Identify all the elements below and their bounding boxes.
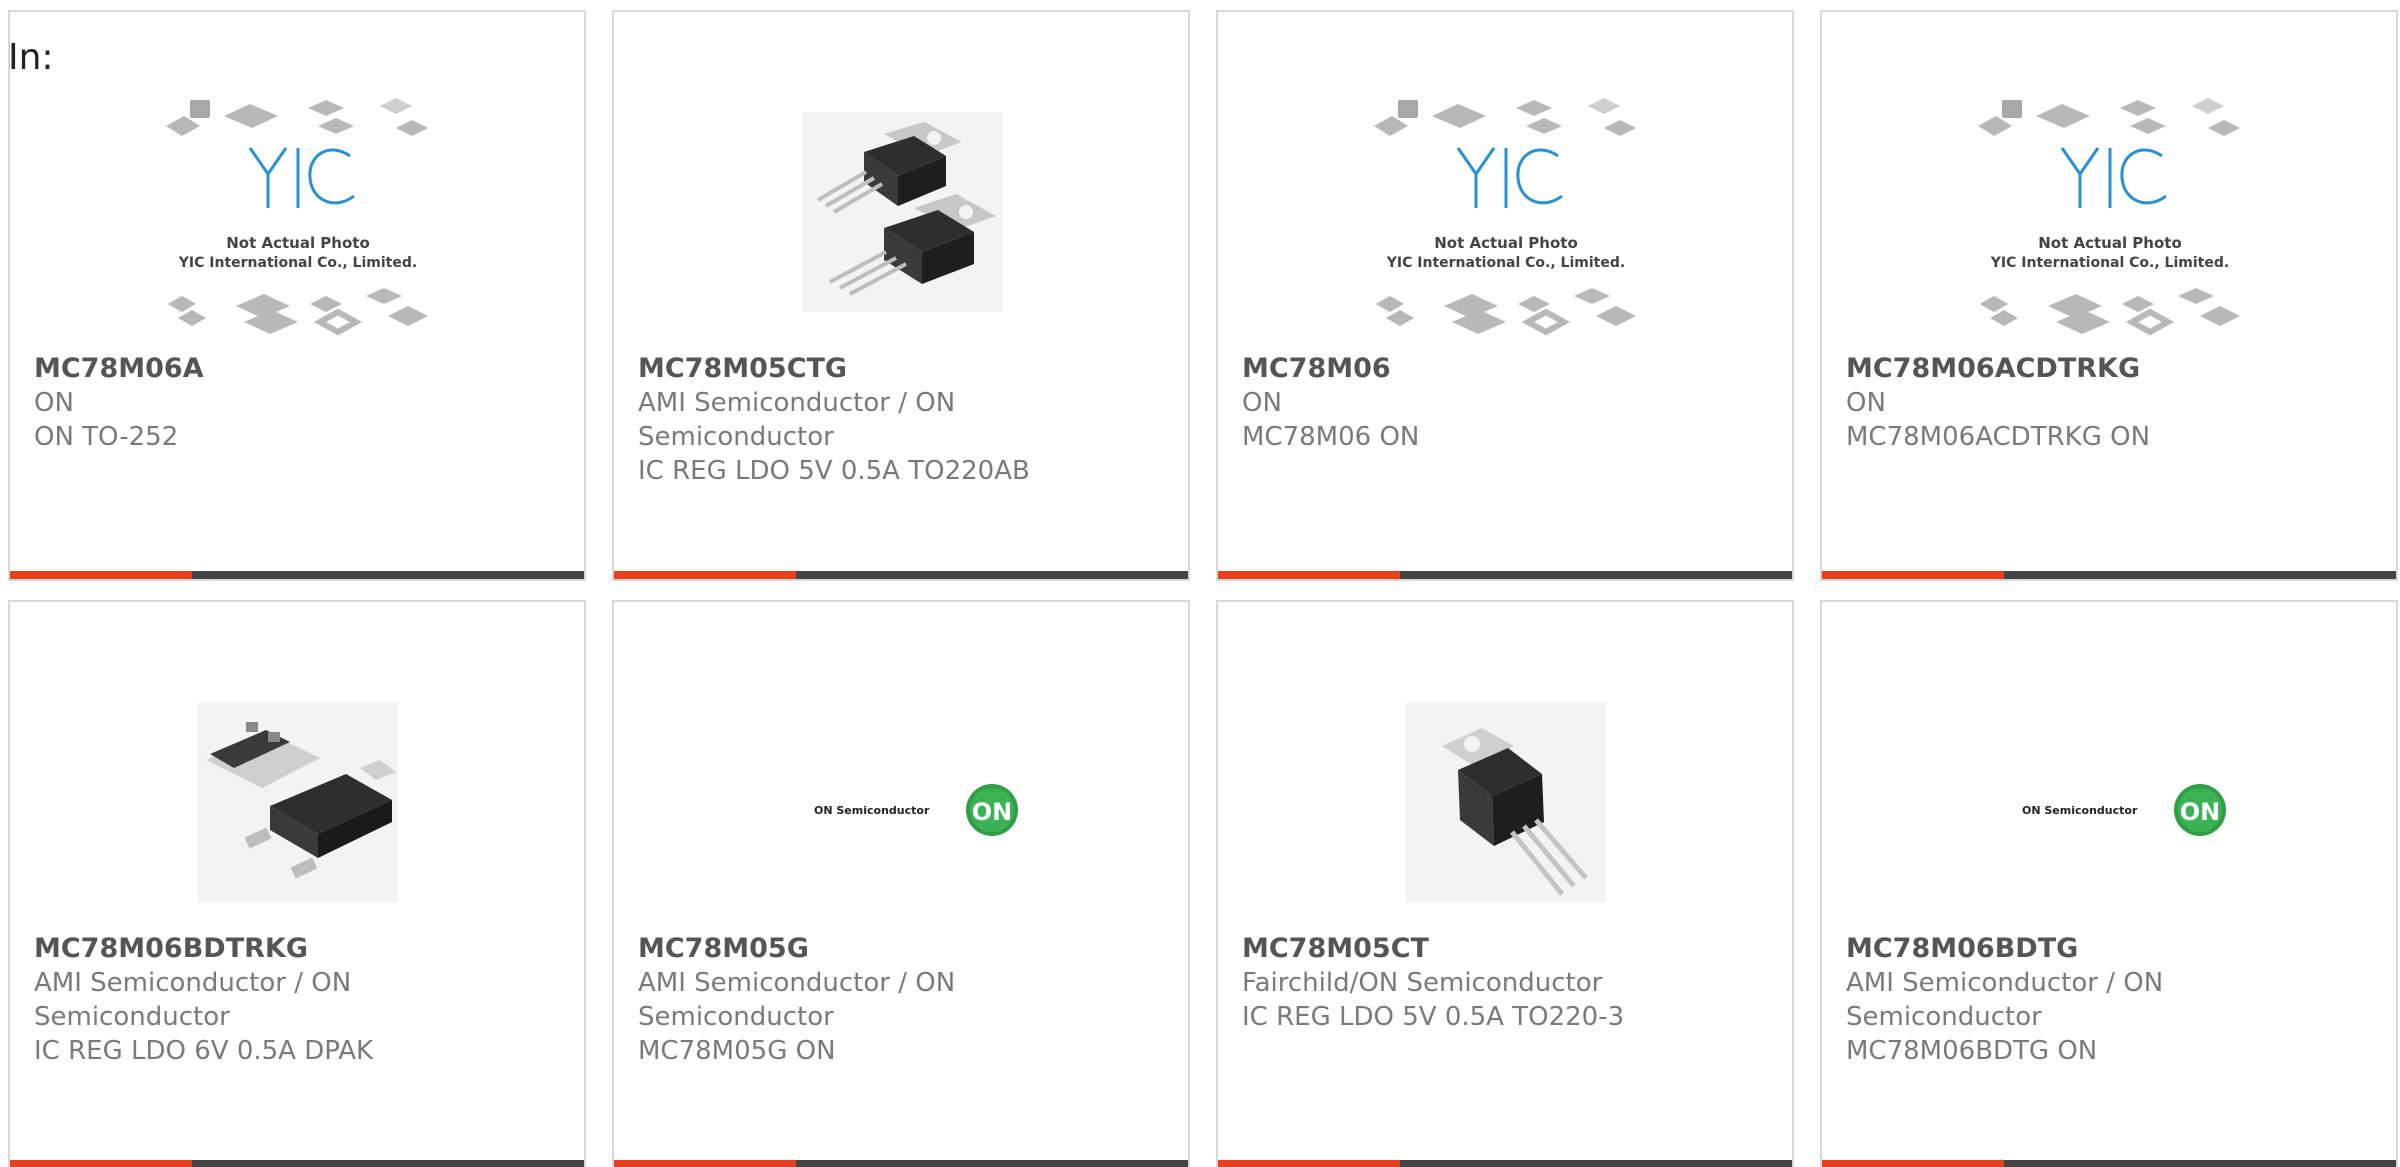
svg-text:Not Actual Photo: Not Actual Photo xyxy=(1434,234,1578,252)
manufacturer: ON xyxy=(1242,388,1282,418)
svg-text:YIC International Co., Limited: YIC International Co., Limited. xyxy=(1990,255,2229,271)
product-card[interactable]: Not Actual Photo YIC International Co., … xyxy=(8,10,586,581)
part-number[interactable]: MC78M06BDTRKG xyxy=(34,932,554,966)
svg-text:YIC International Co., Limited: YIC International Co., Limited. xyxy=(1386,255,1625,271)
description: IC REG LDO 5V 0.5A TO220-3 xyxy=(1242,1002,1625,1032)
svg-text:Not Actual Photo: Not Actual Photo xyxy=(2038,234,2182,252)
manufacturer: Fairchild/ON Semiconductor xyxy=(1242,968,1603,998)
part-number[interactable]: MC78M06ACDTRKG xyxy=(1846,352,2366,386)
yic-placeholder-icon: Not Actual Photo YIC International Co., … xyxy=(1978,98,2240,336)
product-card[interactable]: Not Actual Photo YIC International Co., … xyxy=(1820,10,2398,581)
description: MC78M05G ON xyxy=(638,1036,836,1066)
card-bottom-bar xyxy=(1822,571,2396,579)
manufacturer: ON xyxy=(1846,388,1886,418)
accent-bar xyxy=(1218,571,1400,579)
svg-text:ON Semiconductor: ON Semiconductor xyxy=(814,804,930,817)
accent-bar xyxy=(10,1160,192,1167)
dpak-package-icon xyxy=(198,702,398,902)
svg-text:Not Actual Photo: Not Actual Photo xyxy=(226,234,370,252)
description: IC REG LDO 5V 0.5A TO220AB xyxy=(638,456,1030,486)
manufacturer: AMI Semiconductor / ON Semiconductor xyxy=(638,388,956,452)
svg-text:YIC International Co., Limited: YIC International Co., Limited. xyxy=(178,255,417,271)
part-number[interactable]: MC78M06A xyxy=(34,352,554,386)
product-grid-page: In: Not Actual Photo YIC International C… xyxy=(0,0,2400,1167)
description: MC78M06 ON xyxy=(1242,422,1420,452)
card-bottom-bar xyxy=(614,1160,1188,1167)
product-card[interactable]: ON Semiconductor ON MC78M06BDTG AMI Semi… xyxy=(1820,600,2398,1167)
description: ON TO-252 xyxy=(34,422,179,452)
svg-text:ON: ON xyxy=(972,798,1013,826)
svg-text:ON Semiconductor: ON Semiconductor xyxy=(2022,804,2138,817)
part-number[interactable]: MC78M06 xyxy=(1242,352,1762,386)
product-card[interactable]: MC78M06BDTRKG AMI Semiconductor / ON Sem… xyxy=(8,600,586,1167)
filter-label: In: xyxy=(8,37,54,78)
card-bottom-bar xyxy=(1822,1160,2396,1167)
card-bottom-bar xyxy=(1218,1160,1792,1167)
card-bottom-bar xyxy=(10,571,584,579)
accent-bar xyxy=(614,571,796,579)
part-number[interactable]: MC78M05CT xyxy=(1242,932,1762,966)
to220-package-icon xyxy=(802,112,1002,312)
manufacturer: AMI Semiconductor / ON Semiconductor xyxy=(34,968,352,1032)
description: MC78M06BDTG ON xyxy=(1846,1036,2098,1066)
card-bottom-bar xyxy=(10,1160,584,1167)
part-number[interactable]: MC78M05G xyxy=(638,932,1158,966)
on-semiconductor-logo: ON Semiconductor ON xyxy=(814,784,1018,836)
product-card[interactable]: ON Semiconductor ON MC78M05G AMI Semicon… xyxy=(612,600,1190,1167)
description: MC78M06ACDTRKG ON xyxy=(1846,422,2151,452)
on-semiconductor-logo: ON Semiconductor ON xyxy=(2022,784,2226,836)
product-card[interactable]: Not Actual Photo YIC International Co., … xyxy=(1216,10,1794,581)
product-card[interactable]: MC78M05CTG AMI Semiconductor / ON Semico… xyxy=(612,10,1190,581)
description: IC REG LDO 6V 0.5A DPAK xyxy=(34,1036,374,1066)
card-bottom-bar xyxy=(614,571,1188,579)
accent-bar xyxy=(1822,1160,2004,1167)
accent-bar xyxy=(614,1160,796,1167)
manufacturer: ON xyxy=(34,388,74,418)
to220-single-icon xyxy=(1406,702,1606,902)
accent-bar xyxy=(1218,1160,1400,1167)
yic-placeholder-icon: Not Actual Photo YIC International Co., … xyxy=(166,98,428,336)
part-number[interactable]: MC78M05CTG xyxy=(638,352,1158,386)
part-number[interactable]: MC78M06BDTG xyxy=(1846,932,2366,966)
product-card[interactable]: MC78M05CT Fairchild/ON Semiconductor IC … xyxy=(1216,600,1794,1167)
svg-text:ON: ON xyxy=(2180,798,2221,826)
accent-bar xyxy=(1822,571,2004,579)
manufacturer: AMI Semiconductor / ON Semiconductor xyxy=(1846,968,2164,1032)
card-bottom-bar xyxy=(1218,571,1792,579)
manufacturer: AMI Semiconductor / ON Semiconductor xyxy=(638,968,956,1032)
accent-bar xyxy=(10,571,192,579)
yic-placeholder-icon: Not Actual Photo YIC International Co., … xyxy=(1374,98,1636,336)
